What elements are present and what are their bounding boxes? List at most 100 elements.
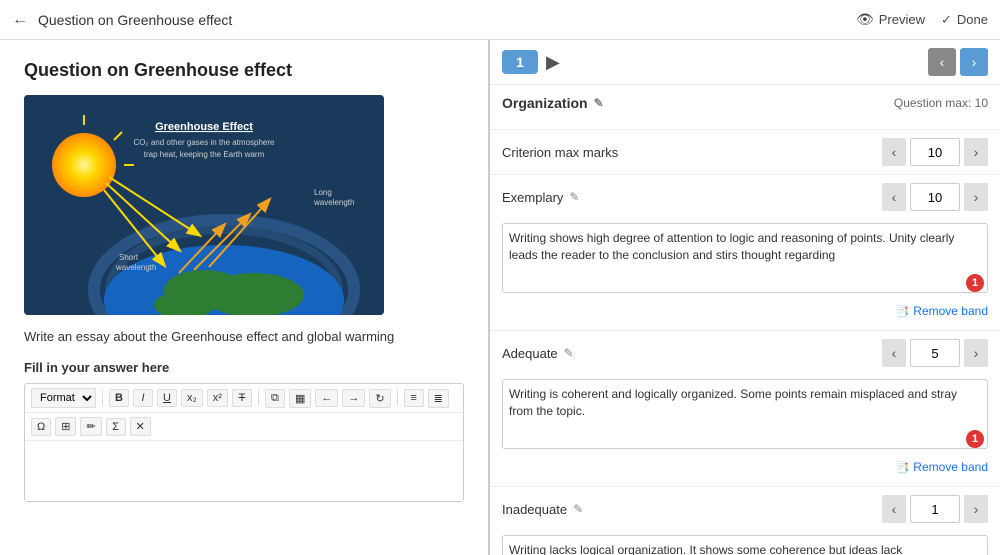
- superscript-button[interactable]: x²: [207, 389, 228, 407]
- underline-button[interactable]: U: [157, 389, 177, 407]
- ordered-list-button[interactable]: ≣: [428, 389, 449, 408]
- svg-text:CO₂ and other gases in the atm: CO₂ and other gases in the atmosphere: [134, 138, 276, 147]
- band-exemplary: Exemplary ✎ ‹ › Writing shows high degre…: [490, 175, 1000, 331]
- exemplary-score-row: Exemplary ✎ ‹ ›: [490, 175, 1000, 219]
- adequate-controls: ‹ ›: [882, 339, 988, 367]
- list-button[interactable]: ≡: [404, 389, 424, 407]
- svg-text:Greenhouse Effect: Greenhouse Effect: [155, 121, 253, 133]
- sigma-button[interactable]: Σ: [106, 418, 126, 436]
- tab-1[interactable]: 1: [502, 50, 538, 74]
- adequate-decrement[interactable]: ‹: [882, 339, 906, 367]
- inadequate-label: Inadequate ✎: [502, 502, 583, 517]
- preview-button[interactable]: 👁 Preview: [856, 11, 925, 28]
- criterion-max-controls: ‹ ›: [882, 138, 988, 166]
- cursor-icon: ▶: [546, 52, 560, 73]
- done-button[interactable]: ✓ Done: [941, 12, 988, 28]
- next-arrow[interactable]: ›: [960, 48, 988, 76]
- inadequate-decrement[interactable]: ‹: [882, 495, 906, 523]
- inadequate-score-row: Inadequate ✎ ‹ ›: [490, 487, 1000, 531]
- right-panel: 1 ▶ ‹ › Organization ✎ Question max: 10: [490, 40, 1000, 555]
- divider-1: [102, 390, 103, 406]
- prev-arrow[interactable]: ‹: [928, 48, 956, 76]
- criterion-max-decrement[interactable]: ‹: [882, 138, 906, 166]
- criterion-edit-icon[interactable]: ✎: [594, 96, 604, 110]
- inadequate-increment[interactable]: ›: [964, 495, 988, 523]
- criterion-title: Organization ✎: [502, 95, 604, 111]
- exemplary-increment[interactable]: ›: [964, 183, 988, 211]
- divider-3: [397, 390, 398, 406]
- adequate-score-row: Adequate ✎ ‹ ›: [490, 331, 1000, 375]
- inadequate-textarea-wrap: Writing lacks logical organization. It s…: [490, 531, 1000, 555]
- exemplary-textarea-wrap: Writing shows high degree of attention t…: [490, 219, 1000, 300]
- criterion-section: Organization ✎ Question max: 10: [490, 85, 1000, 130]
- criterion-max-increment[interactable]: ›: [964, 138, 988, 166]
- inadequate-textarea[interactable]: Writing lacks logical organization. It s…: [502, 535, 988, 555]
- copy-button[interactable]: ⧉: [265, 389, 285, 408]
- subscript-button[interactable]: x₂: [181, 389, 203, 407]
- exemplary-input[interactable]: [910, 183, 960, 211]
- inadequate-input[interactable]: [910, 495, 960, 523]
- adequate-edit-icon[interactable]: ✎: [564, 346, 574, 360]
- adequate-textarea[interactable]: Writing is coherent and logically organi…: [502, 379, 988, 449]
- exemplary-decrement[interactable]: ‹: [882, 183, 906, 211]
- main-content: Question on Greenhouse effect: [0, 40, 1000, 555]
- reset-button[interactable]: ↻: [369, 389, 390, 408]
- check-icon: ✓: [941, 12, 952, 28]
- band-adequate: Adequate ✎ ‹ › Writing is coherent and l…: [490, 331, 1000, 487]
- rubric-header: 1 ▶ ‹ ›: [490, 40, 1000, 85]
- left-panel: Question on Greenhouse effect: [0, 40, 490, 555]
- question-max: Question max: 10: [894, 96, 988, 110]
- topbar-left: ← Question on Greenhouse effect: [12, 11, 232, 29]
- back-button[interactable]: ←: [12, 11, 28, 29]
- svg-text:trap heat, keeping the Earth w: trap heat, keeping the Earth warm: [144, 150, 265, 159]
- exemplary-remove-row: 📑 Remove band: [490, 300, 1000, 326]
- criterion-header: Organization ✎ Question max: 10: [502, 95, 988, 111]
- page-title: Question on Greenhouse effect: [38, 12, 232, 28]
- adequate-textarea-wrap: Writing is coherent and logically organi…: [490, 375, 1000, 456]
- table-button[interactable]: ▦: [289, 389, 311, 408]
- eye-icon: 👁: [856, 11, 874, 28]
- divider-2: [258, 390, 259, 406]
- undo-button[interactable]: ←: [315, 389, 338, 407]
- nav-arrows: ‹ ›: [928, 48, 988, 76]
- exemplary-textarea[interactable]: Writing shows high degree of attention t…: [502, 223, 988, 293]
- adequate-input[interactable]: [910, 339, 960, 367]
- svg-text:Long: Long: [314, 188, 332, 197]
- criterion-max-input[interactable]: [910, 138, 960, 166]
- clear-button[interactable]: ✕: [130, 417, 151, 436]
- topbar-right: 👁 Preview ✓ Done: [856, 11, 988, 28]
- svg-text:wavelength: wavelength: [313, 198, 354, 207]
- svg-text:Short: Short: [119, 253, 139, 262]
- editor-toolbar: Format B I U x₂ x² T ⧉ ▦ ← → ↻ ≡ ≣ Ω: [24, 383, 464, 502]
- inadequate-edit-icon[interactable]: ✎: [573, 502, 583, 516]
- criterion-max-row: Criterion max marks ‹ ›: [490, 130, 1000, 175]
- question-text: Write an essay about the Greenhouse effe…: [24, 329, 464, 344]
- omega-button[interactable]: Ω: [31, 418, 51, 436]
- remove-adequate-button[interactable]: Remove band: [913, 460, 988, 474]
- adequate-error-badge: 1: [966, 430, 984, 448]
- adequate-label: Adequate ✎: [502, 346, 574, 361]
- exemplary-label: Exemplary ✎: [502, 190, 579, 205]
- format-select[interactable]: Format: [31, 388, 96, 408]
- strikethrough-button[interactable]: T: [232, 389, 252, 407]
- editor-body[interactable]: [25, 441, 463, 501]
- adequate-remove-row: 📑 Remove band: [490, 456, 1000, 482]
- inadequate-controls: ‹ ›: [882, 495, 988, 523]
- pen-button[interactable]: ✏: [80, 417, 101, 436]
- svg-text:wavelength: wavelength: [115, 263, 156, 272]
- band-inadequate: Inadequate ✎ ‹ › Writing lacks logical o…: [490, 487, 1000, 555]
- adequate-increment[interactable]: ›: [964, 339, 988, 367]
- toolbar-row-2: Ω ⊞ ✏ Σ ✕: [25, 413, 463, 441]
- italic-button[interactable]: I: [133, 389, 153, 407]
- exemplary-edit-icon[interactable]: ✎: [569, 190, 579, 204]
- remove-exemplary-button[interactable]: Remove band: [913, 304, 988, 318]
- redo-button[interactable]: →: [342, 389, 365, 407]
- greenhouse-image: Greenhouse Effect CO₂ and other gases in…: [24, 95, 384, 315]
- exemplary-error-badge: 1: [966, 274, 984, 292]
- topbar: ← Question on Greenhouse effect 👁 Previe…: [0, 0, 1000, 40]
- bold-button[interactable]: B: [109, 389, 129, 407]
- criterion-max-label: Criterion max marks: [502, 145, 618, 160]
- toolbar-row-1: Format B I U x₂ x² T ⧉ ▦ ← → ↻ ≡ ≣: [25, 384, 463, 413]
- grid-button[interactable]: ⊞: [55, 417, 76, 436]
- exemplary-controls: ‹ ›: [882, 183, 988, 211]
